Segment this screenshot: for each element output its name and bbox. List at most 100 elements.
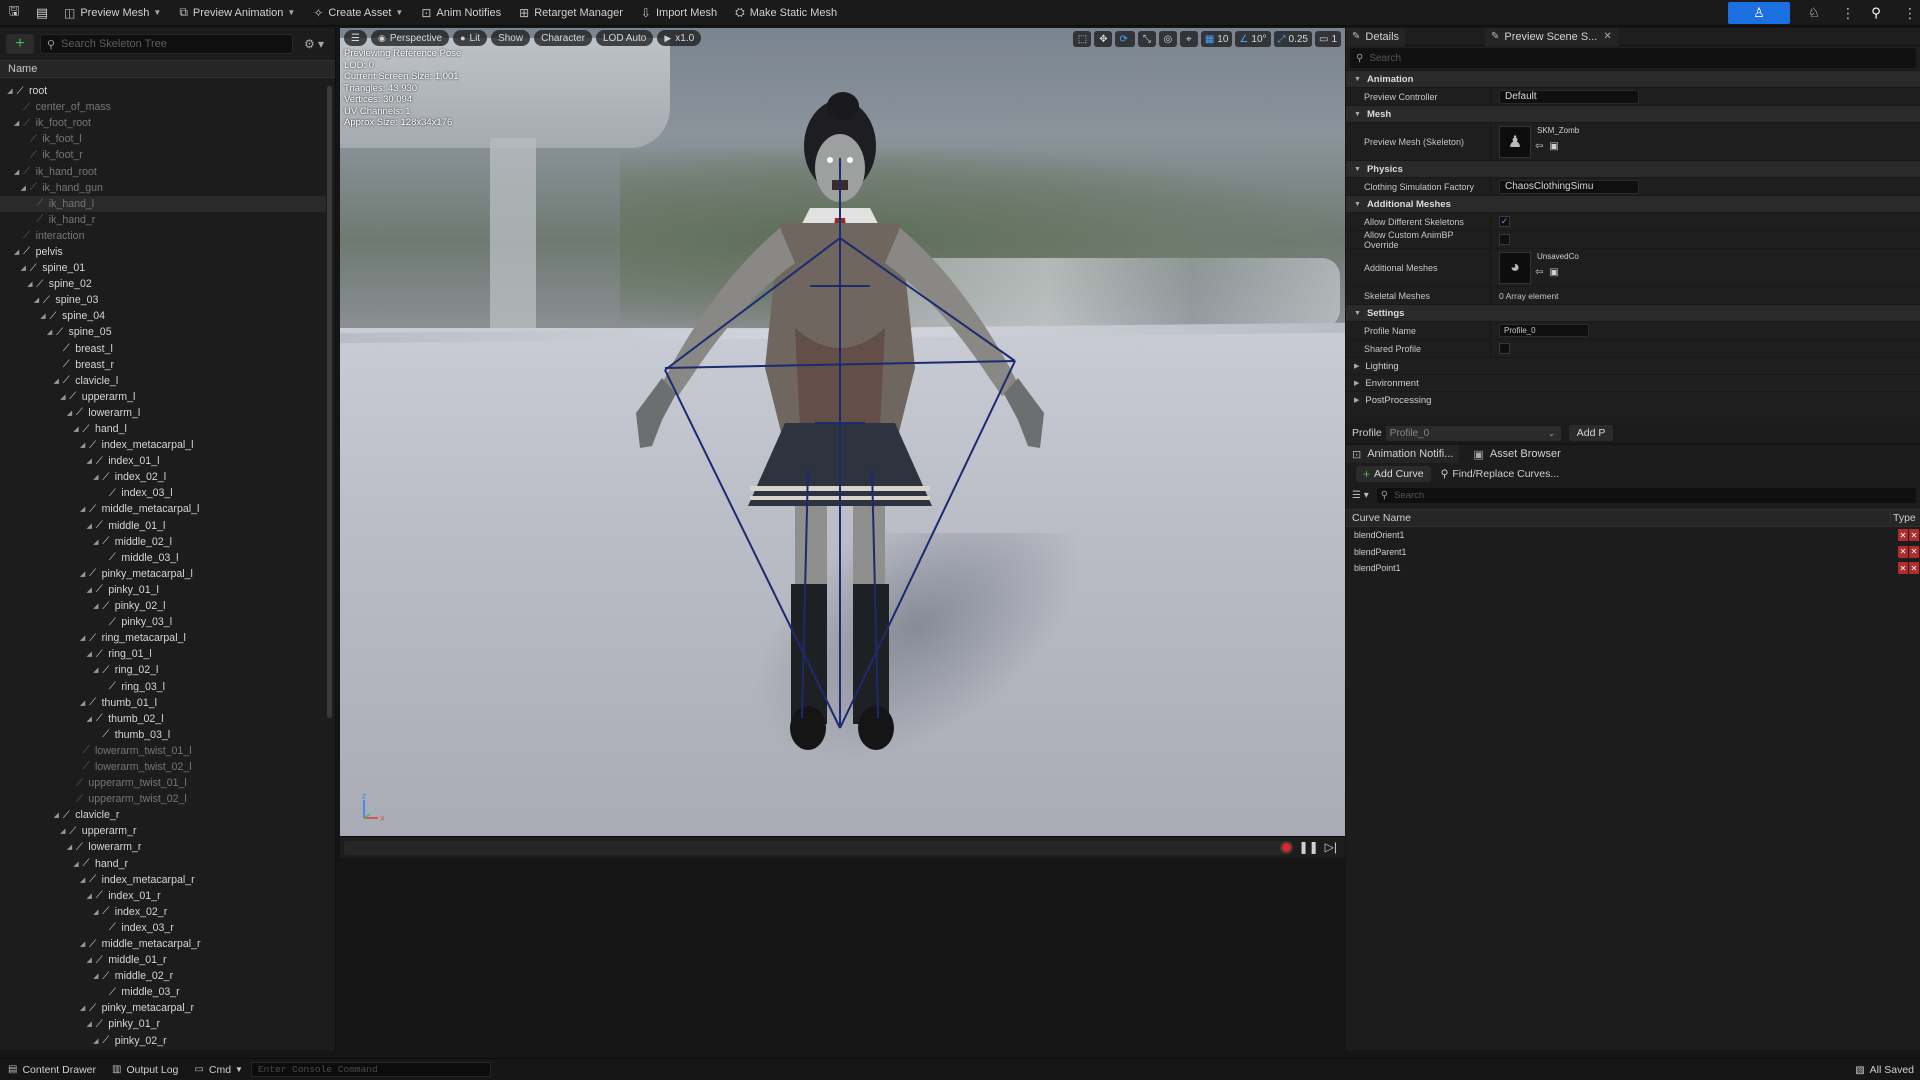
content-drawer-button[interactable]: ▤ Content Drawer: [0, 1059, 104, 1080]
show-button[interactable]: Show: [491, 30, 531, 46]
expand-arrow-icon[interactable]: ◢: [26, 280, 34, 288]
more-options-icon[interactable]: ⋮: [1838, 5, 1858, 22]
expand-arrow-icon[interactable]: ◢: [13, 168, 21, 176]
bone-row[interactable]: ⟋ index_03_r: [0, 920, 326, 936]
expand-arrow-icon[interactable]: ◢: [85, 1020, 93, 1028]
tab-preview-scene[interactable]: ✎ Preview Scene S... ✕: [1485, 27, 1618, 46]
expand-arrow-icon[interactable]: ◢: [79, 570, 87, 578]
details-search-box[interactable]: ⚲: [1350, 48, 1916, 68]
bone-row[interactable]: ◢ ⟋ pinky_02_r: [0, 1033, 326, 1049]
expand-arrow-icon[interactable]: ◢: [72, 425, 80, 433]
create-asset-button[interactable]: ✧ Create Asset ▼: [305, 0, 413, 26]
save-icon[interactable]: 🖫: [0, 0, 28, 26]
bone-row[interactable]: ◢ ⟋ hand_r: [0, 856, 326, 872]
expand-arrow-icon[interactable]: ◢: [13, 248, 21, 256]
add-curve-button[interactable]: + Add Curve: [1356, 466, 1431, 482]
bone-row[interactable]: ◢ ⟋ clavicle_r: [0, 807, 326, 823]
bone-row[interactable]: ⟋ middle_03_r: [0, 984, 326, 1000]
select-mode-button[interactable]: ⬚: [1073, 31, 1092, 47]
more-options-icon[interactable]: ⋮: [1900, 5, 1920, 22]
step-forward-icon[interactable]: ▷|: [1325, 840, 1337, 854]
bone-row[interactable]: ◢ ⟋ middle_metacarpal_r: [0, 936, 326, 952]
bone-row[interactable]: ⟋ index_03_l: [0, 485, 326, 501]
bone-row[interactable]: ◢ ⟋ clavicle_l: [0, 373, 326, 389]
scale-snap-button[interactable]: ⤢ 0.25: [1273, 31, 1312, 47]
bone-row[interactable]: ⟋ breast_l: [0, 341, 326, 357]
bone-row[interactable]: ◢ ⟋ index_01_l: [0, 453, 326, 469]
expand-arrow-icon[interactable]: ◢: [65, 409, 73, 417]
bone-row[interactable]: ◢ ⟋ spine_01: [0, 260, 326, 276]
mesh-thumbnail[interactable]: ♟: [1499, 125, 1531, 158]
expand-arrow-icon[interactable]: ◢: [79, 876, 87, 884]
bone-row[interactable]: ◢ ⟋ ik_hand_gun: [0, 180, 326, 196]
category-mesh[interactable]: ▼ Mesh: [1346, 105, 1920, 122]
preview-mesh-button[interactable]: ◫ Preview Mesh ▼: [56, 0, 171, 26]
bone-row[interactable]: ◢ ⟋ thumb_02_l: [0, 711, 326, 727]
preview-viewport[interactable]: ☰ ◉ Perspective ● Lit Show Character LOD A…: [340, 28, 1345, 836]
category-physics[interactable]: ▼ Physics: [1346, 160, 1920, 177]
browse-icon[interactable]: ▣: [1549, 267, 1558, 278]
expand-arrow-icon[interactable]: ◢: [19, 184, 27, 192]
coordinate-space-button[interactable]: ◎: [1158, 31, 1177, 47]
expand-arrow-icon[interactable]: ◢: [92, 908, 100, 916]
bone-row[interactable]: ◢ ⟋ index_metacarpal_l: [0, 437, 326, 453]
expand-arrow-icon[interactable]: ◢: [85, 650, 93, 658]
bone-row[interactable]: ◢ ⟋ pinky_01_r: [0, 1016, 326, 1032]
viewport-menu-button[interactable]: ☰: [344, 30, 367, 46]
settings-gear-icon[interactable]: ⚙ ▾: [299, 37, 329, 51]
bone-row[interactable]: ◢ ⟋ hand_l: [0, 421, 326, 437]
profile-combo[interactable]: Profile_0 ⌄: [1385, 425, 1561, 441]
bone-row[interactable]: ⟋ ik_hand_l: [0, 195, 326, 212]
scale-mode-button[interactable]: ⤡: [1137, 31, 1156, 47]
curves-search-input[interactable]: [1394, 489, 1595, 501]
bone-row[interactable]: ◢ ⟋ pinky_metacarpal_l: [0, 566, 326, 582]
perspective-button[interactable]: ◉ Perspective: [370, 30, 450, 46]
preview-controller-combo[interactable]: Default: [1499, 89, 1639, 104]
skeleton-mode-button[interactable]: ♙: [1728, 2, 1790, 24]
allow-different-skeletons-checkbox[interactable]: ✓: [1499, 216, 1510, 227]
curve-row[interactable]: blendParent1 ✕ ✕: [1346, 544, 1920, 561]
content-browser-icon[interactable]: ▤: [28, 0, 56, 26]
add-button[interactable]: +: [6, 34, 34, 54]
timeline-scrubber[interactable]: [344, 841, 1284, 855]
console-command-input[interactable]: [257, 1064, 488, 1075]
category-settings[interactable]: ▼ Settings: [1346, 304, 1920, 321]
category-animation[interactable]: ▼ Animation: [1346, 70, 1920, 87]
bone-row[interactable]: ◢ ⟋ middle_metacarpal_l: [0, 501, 326, 517]
additional-mesh-thumbnail[interactable]: ◕: [1499, 251, 1531, 284]
tab-animation-notifies[interactable]: ⊡ Animation Notifi...: [1346, 445, 1460, 463]
bone-row[interactable]: ⟋ lowerarm_twist_02_l: [0, 759, 326, 775]
physics-mode-button[interactable]: ⚲: [1858, 2, 1894, 24]
play-rate-button[interactable]: ▶ x1.0: [657, 30, 702, 46]
tab-asset-browser[interactable]: ▣ Asset Browser: [1467, 445, 1566, 463]
bone-row[interactable]: ◢ ⟋ index_02_l: [0, 469, 326, 485]
expand-arrow-icon[interactable]: ◢: [32, 296, 40, 304]
category-additional-meshes[interactable]: ▼ Additional Meshes: [1346, 195, 1920, 212]
surface-snap-button[interactable]: ⌖: [1179, 31, 1198, 47]
bone-row[interactable]: ◢ ⟋ middle_02_l: [0, 534, 326, 550]
expand-arrow-icon[interactable]: ◢: [46, 328, 54, 336]
console-command-box[interactable]: [250, 1062, 491, 1077]
lod-button[interactable]: LOD Auto: [596, 30, 654, 46]
output-log-button[interactable]: ▥ Output Log: [104, 1059, 186, 1080]
use-selected-icon[interactable]: ⇦: [1535, 141, 1543, 152]
bone-row[interactable]: ◢ ⟋ spine_03: [0, 292, 326, 308]
expand-arrow-icon[interactable]: ◢: [92, 473, 100, 481]
expand-arrow-icon[interactable]: ◢: [39, 312, 47, 320]
tree-column-header[interactable]: Name: [0, 60, 335, 78]
expand-arrow-icon[interactable]: ◢: [85, 586, 93, 594]
bone-row[interactable]: ◢ ⟋ middle_01_l: [0, 518, 326, 534]
bone-row[interactable]: ◢ ⟋ pelvis: [0, 244, 326, 260]
allow-custom-animbp-checkbox[interactable]: [1499, 234, 1510, 245]
bone-row[interactable]: ◢ ⟋ spine_05: [0, 324, 326, 340]
expand-arrow-icon[interactable]: ◢: [85, 522, 93, 530]
retarget-manager-button[interactable]: ⊞ Retarget Manager: [511, 0, 633, 26]
bone-row[interactable]: ◢ ⟋ upperarm_r: [0, 823, 326, 839]
grid-snap-button[interactable]: ▦ 10: [1200, 31, 1233, 47]
expand-arrow-icon[interactable]: ◢: [79, 634, 87, 642]
bone-row[interactable]: ◢ ⟋ pinky_01_l: [0, 582, 326, 598]
expand-arrow-icon[interactable]: ◢: [92, 972, 100, 980]
close-icon[interactable]: ✕: [1603, 31, 1611, 42]
bone-row[interactable]: ◢ ⟋ ring_metacarpal_l: [0, 630, 326, 646]
curve-row[interactable]: blendOrient1 ✕ ✕: [1346, 527, 1920, 544]
